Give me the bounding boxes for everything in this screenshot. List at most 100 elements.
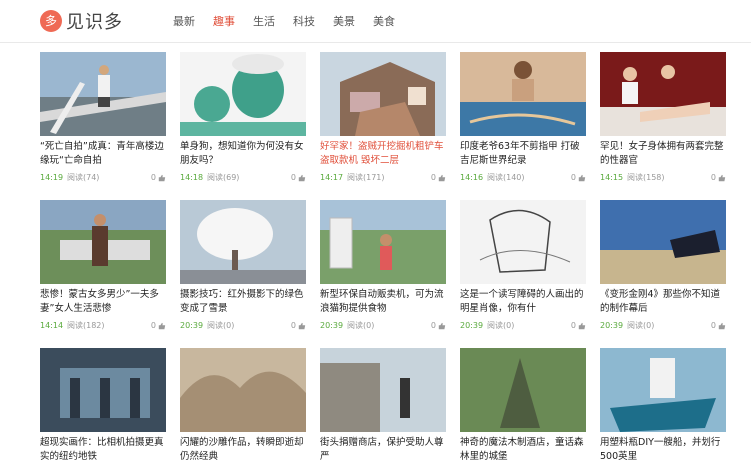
article-card[interactable]: 街头捐赠商店，保护受助人尊严 [320,348,446,464]
article-title[interactable]: 单身狗，想知道你为何没有女朋友吗？ [180,140,306,168]
view-count: 阅读(182) [67,321,105,330]
publish-time: 14:14 [40,321,64,330]
publish-time: 20:39 [460,321,484,330]
view-count: 阅读(171) [347,173,385,182]
like-button[interactable]: 0 [151,321,166,330]
nav-life[interactable]: 生活 [253,13,275,29]
publish-time: 14:17 [320,173,344,182]
thumbs-up-icon [438,174,446,181]
article-card[interactable]: 单身狗，想知道你为何没有女朋友吗？ [180,52,306,168]
article-card[interactable]: 新型环保自动贩卖机，可为流浪猫狗提供食物 [320,200,446,316]
nav-latest[interactable]: 最新 [173,13,195,29]
publish-time: 14:18 [180,173,204,182]
article-meta: 14:19 阅读(74) 0 [40,172,166,183]
like-button[interactable]: 0 [431,321,446,330]
thumbs-up-icon [158,174,166,181]
article-card[interactable]: 好罕家！盗贼开挖掘机粗铲车盗取款机 毁坏二层 [320,52,446,168]
article-card[interactable]: 印度老爷63年不剪指甲 打破吉尼斯世界纪录 [460,52,586,168]
article-thumbnail[interactable] [320,348,446,432]
view-count: 阅读(158) [627,173,665,182]
like-button[interactable]: 0 [571,321,586,330]
article-thumbnail[interactable] [40,200,166,284]
article-thumbnail[interactable] [40,348,166,432]
article-thumbnail[interactable] [460,52,586,136]
article-meta: 20:39 阅读(0) 0 [600,320,726,331]
like-count: 0 [570,173,576,182]
thumbs-up-icon [158,322,166,329]
article-card[interactable]: “死亡自拍”成真：青年高楼边缘玩“亡命自拍 [40,52,166,168]
article-thumbnail[interactable] [600,348,726,432]
article-thumbnail[interactable] [180,52,306,136]
article-card[interactable]: 用塑料瓶DIY一艘船，并划行500英里 [600,348,726,464]
like-count: 0 [290,321,296,330]
article-thumbnail[interactable] [40,52,166,136]
article-meta: 20:39 阅读(0) 0 [320,320,446,331]
view-count: 阅读(140) [487,173,525,182]
article-meta: 20:39 阅读(0) 0 [460,320,586,331]
like-button[interactable]: 0 [711,321,726,330]
article-card[interactable]: 摄影技巧：红外摄影下的绿色变成了雪景 [180,200,306,316]
article-card[interactable]: 罕见！女子身体拥有两套完整的性器官 [600,52,726,168]
thumbs-up-icon [578,322,586,329]
article-title[interactable]: 悲惨！蒙古女多男少”一夫多妻”女人生活悲惨 [40,288,166,316]
article-thumbnail[interactable] [600,52,726,136]
like-count: 0 [150,321,156,330]
article-title[interactable]: “死亡自拍”成真：青年高楼边缘玩“亡命自拍 [40,140,166,168]
like-button[interactable]: 0 [291,173,306,182]
publish-time: 20:39 [320,321,344,330]
thumbs-up-icon [578,174,586,181]
article-title[interactable]: 摄影技巧：红外摄影下的绿色变成了雪景 [180,288,306,316]
article-thumbnail[interactable] [460,200,586,284]
nav-food[interactable]: 美食 [373,13,395,29]
article-thumbnail[interactable] [180,200,306,284]
nav-tech[interactable]: 科技 [293,13,315,29]
article-meta: 14:15 阅读(158) 0 [600,172,726,183]
nav-fun[interactable]: 趣事 [213,13,235,29]
article-card[interactable]: 闪耀的沙雕作品，转瞬即逝却仍然经典 [180,348,306,464]
article-thumbnail[interactable] [320,52,446,136]
article-card[interactable]: 这是一个读写障碍的人画出的明星肖像，你有什 [460,200,586,316]
nav-scenery[interactable]: 美景 [333,13,355,29]
view-count: 阅读(0) [487,321,515,330]
article-meta: 14:14 阅读(182) 0 [40,320,166,331]
site-logo[interactable]: 多 见识多 [40,8,123,34]
like-button[interactable]: 0 [151,173,166,182]
article-title[interactable]: 街头捐赠商店，保护受助人尊严 [320,436,446,464]
view-count: 阅读(0) [627,321,655,330]
publish-time: 14:16 [460,173,484,182]
article-card[interactable]: 悲惨！蒙古女多男少”一夫多妻”女人生活悲惨 [40,200,166,316]
like-button[interactable]: 0 [571,173,586,182]
like-button[interactable]: 0 [431,173,446,182]
article-title[interactable]: 罕见！女子身体拥有两套完整的性器官 [600,140,726,168]
article-title[interactable]: 神奇的魔法木制酒店，童话森林里的城堡 [460,436,586,464]
article-meta: 20:39 阅读(0) 0 [180,320,306,331]
article-meta: 14:16 阅读(140) 0 [460,172,586,183]
like-count: 0 [710,173,716,182]
thumbs-up-icon [718,322,726,329]
article-title[interactable]: 好罕家！盗贼开挖掘机粗铲车盗取款机 毁坏二层 [320,140,446,168]
like-button[interactable]: 0 [711,173,726,182]
article-thumbnail[interactable] [320,200,446,284]
article-title[interactable]: 印度老爷63年不剪指甲 打破吉尼斯世界纪录 [460,140,586,168]
view-count: 阅读(0) [207,321,235,330]
thumbs-up-icon [298,174,306,181]
like-count: 0 [290,173,296,182]
article-title[interactable]: 新型环保自动贩卖机，可为流浪猫狗提供食物 [320,288,446,316]
article-meta: 14:17 阅读(171) 0 [320,172,446,183]
article-thumbnail[interactable] [180,348,306,432]
like-count: 0 [430,321,436,330]
article-card[interactable]: 超现实画作：比相机拍摄更真实的纽约地铁 [40,348,166,464]
like-button[interactable]: 0 [291,321,306,330]
article-title[interactable]: 闪耀的沙雕作品，转瞬即逝却仍然经典 [180,436,306,464]
article-card[interactable]: 神奇的魔法木制酒店，童话森林里的城堡 [460,348,586,464]
article-title[interactable]: 这是一个读写障碍的人画出的明星肖像，你有什 [460,288,586,316]
article-meta: 14:18 阅读(69) 0 [180,172,306,183]
publish-time: 20:39 [180,321,204,330]
article-title[interactable]: 超现实画作：比相机拍摄更真实的纽约地铁 [40,436,166,464]
article-thumbnail[interactable] [460,348,586,432]
like-count: 0 [430,173,436,182]
article-thumbnail[interactable] [600,200,726,284]
article-title[interactable]: 用塑料瓶DIY一艘船，并划行500英里 [600,436,726,464]
article-card[interactable]: 《变形金刚4》那些你不知道的制作幕后 [600,200,726,316]
article-title[interactable]: 《变形金刚4》那些你不知道的制作幕后 [600,288,726,316]
